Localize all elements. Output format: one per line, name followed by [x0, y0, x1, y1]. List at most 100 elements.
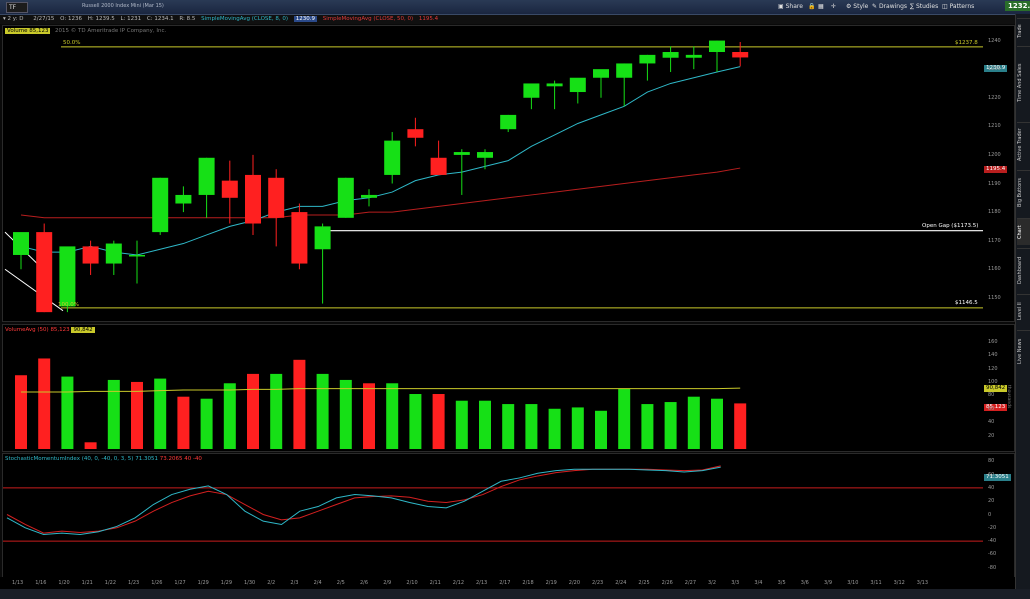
- date-tick: 1/27: [174, 580, 186, 586]
- stochastic-legend[interactable]: StochasticMomentumIndex (40, 0, -40, 0, …: [5, 456, 202, 462]
- candle-body: [129, 254, 145, 257]
- sma50-line: [20, 167, 741, 219]
- sma8-legend[interactable]: SimpleMovingAvg (CLOSE, 8, 0): [201, 16, 288, 22]
- patterns-button[interactable]: ◫ Patterns: [942, 2, 974, 11]
- volume-bar: [84, 442, 97, 449]
- candle-body: [175, 194, 192, 204]
- volume-bar: [200, 398, 213, 449]
- volume-bar: [618, 388, 631, 449]
- volume-axis-tick: 80: [988, 392, 995, 399]
- candle-body: [523, 83, 540, 98]
- date-tick: 3/11: [870, 580, 882, 586]
- date-tick: 2/4: [313, 580, 322, 586]
- studies-button[interactable]: ∑ Studies: [910, 2, 938, 11]
- candle-body: [616, 63, 633, 78]
- date-tick: 3/5: [777, 580, 786, 586]
- fib-bottom-price: $1146.5: [955, 300, 978, 306]
- fib-top-price: $1237.8: [955, 40, 978, 46]
- volume-bar: [107, 379, 120, 449]
- candle-body: [477, 152, 493, 158]
- candle-body: [430, 157, 447, 175]
- sma8-value: 1230.9: [293, 16, 317, 22]
- volume-bar: [61, 376, 74, 449]
- volume-axis-tick: 100: [988, 378, 998, 385]
- candle-body: [361, 194, 377, 198]
- quote-low: L: 1231: [120, 16, 142, 22]
- style-button[interactable]: ⚙ Style: [846, 2, 868, 11]
- drawings-button[interactable]: ✎ Drawings: [872, 2, 907, 11]
- candle-body: [291, 212, 308, 264]
- candle-body: [198, 157, 215, 195]
- stochastic-panel[interactable]: StochasticMomentumIndex (40, 0, -40, 0, …: [2, 453, 1015, 578]
- price-axis-tick: 1220: [988, 94, 1001, 101]
- price-chart[interactable]: [3, 26, 1014, 321]
- side-tab-live-news[interactable]: Live News: [1017, 330, 1030, 371]
- sma50-value: 1195.4: [418, 16, 439, 22]
- quote-date: 2/27/15: [33, 16, 55, 22]
- fib-top-label: 50.0%: [63, 40, 81, 46]
- volume-bar: [131, 381, 143, 449]
- volume-legend-vol: 85,123: [50, 327, 70, 333]
- side-tab-chart[interactable]: Chart: [1017, 218, 1030, 245]
- date-tick: 1/21: [81, 580, 93, 586]
- side-tab-dashboard[interactable]: Dashboard: [1017, 248, 1030, 291]
- price-panel[interactable]: Volume 85,123 2015 © TD Ameritrade IP Co…: [2, 25, 1015, 322]
- quote-range: R: 8.5: [179, 16, 196, 22]
- copyright-text: 2015 © TD Ameritrade IP Company, Inc.: [55, 28, 167, 34]
- volume-bar: [664, 402, 677, 449]
- volume-legend[interactable]: VolumeAvg (50) 85,123 90,842: [5, 327, 95, 333]
- stochastic-axis-tick: 0: [988, 511, 992, 518]
- date-tick: 2/26: [661, 580, 673, 586]
- side-tab-trade[interactable]: Trade: [1017, 18, 1030, 43]
- date-tick: 1/16: [35, 580, 47, 586]
- date-tick: 2/5: [336, 580, 345, 586]
- candle-body: [500, 114, 517, 130]
- volume-bar: [409, 394, 422, 449]
- candle-body: [337, 177, 354, 218]
- stochastic-axis-tick: 60: [988, 471, 995, 478]
- volume-chart[interactable]: [3, 325, 1014, 451]
- quote-open: O: 1236: [60, 16, 83, 22]
- volume-axis-tick: 60: [988, 405, 995, 412]
- stochastic-axis[interactable]: 80 60 40 20 0 -20 -40 -60 -80: [986, 454, 1012, 577]
- candle-body: [13, 232, 29, 255]
- date-tick: 1/29: [220, 580, 233, 586]
- date-tick: 2/3: [290, 580, 299, 586]
- fib-bottom-label: 100.0%: [58, 302, 79, 308]
- candle-body: [453, 152, 470, 155]
- volume-bar: [479, 400, 491, 449]
- date-axis[interactable]: 1/13 1/16 1/20 1/21 1/22 1/23 1/26 1/27 1/29 1/29…: [0, 577, 1015, 589]
- side-tab-big-buttons[interactable]: Big Buttons: [1017, 170, 1030, 215]
- period-selector[interactable]: ▾ 2 y: D: [3, 16, 27, 22]
- stochastic-legend-levels: 40: [184, 456, 192, 462]
- price-axis-tick: 1210: [988, 123, 1001, 130]
- side-tab-active-trader[interactable]: Active Trader: [1017, 122, 1030, 167]
- candle-body: [245, 174, 261, 224]
- sma50-legend[interactable]: SimpleMovingAvg (CLOSE, 50, 0): [323, 16, 413, 22]
- date-tick: 2/23: [592, 580, 604, 586]
- date-tick: 2/11: [429, 580, 441, 586]
- candle-body: [105, 243, 122, 264]
- volume-axis-tick: 40: [988, 419, 995, 426]
- volume-panel[interactable]: VolumeAvg (50) 85,123 90,842 90,842 85,1…: [2, 324, 1015, 452]
- volume-legend-name: VolumeAvg (50): [5, 327, 49, 333]
- price-axis[interactable]: 1240 1230 1220 1210 1200 1190 1180 1170 1160 1150: [986, 26, 1012, 321]
- side-tab-time-and-sales[interactable]: Time And Sales: [1017, 46, 1030, 119]
- share-button[interactable]: ▣ Share: [778, 2, 803, 11]
- candle-body: [268, 177, 285, 218]
- symbol-input[interactable]: TF: [6, 2, 28, 13]
- symbol-description: Russell 2000 Index Mini (Mar 15): [82, 3, 164, 9]
- volume-bar: [571, 407, 584, 449]
- side-tab-level-ii[interactable]: Level II: [1017, 294, 1030, 327]
- stochastic-chart[interactable]: [3, 454, 1014, 577]
- candle-body: [82, 246, 99, 264]
- stochastic-axis-tick: 20: [988, 498, 995, 505]
- date-tick: 2/17: [499, 580, 511, 586]
- volume-bar: [38, 358, 51, 449]
- crosshair-icon[interactable]: ✛: [831, 2, 836, 11]
- volume-bar: [687, 396, 700, 449]
- grid-icon[interactable]: ▦: [818, 2, 824, 11]
- lock-icon[interactable]: 🔒: [808, 2, 815, 11]
- date-tick: 2/19: [545, 580, 557, 586]
- price-axis-tick: 1240: [988, 37, 1001, 44]
